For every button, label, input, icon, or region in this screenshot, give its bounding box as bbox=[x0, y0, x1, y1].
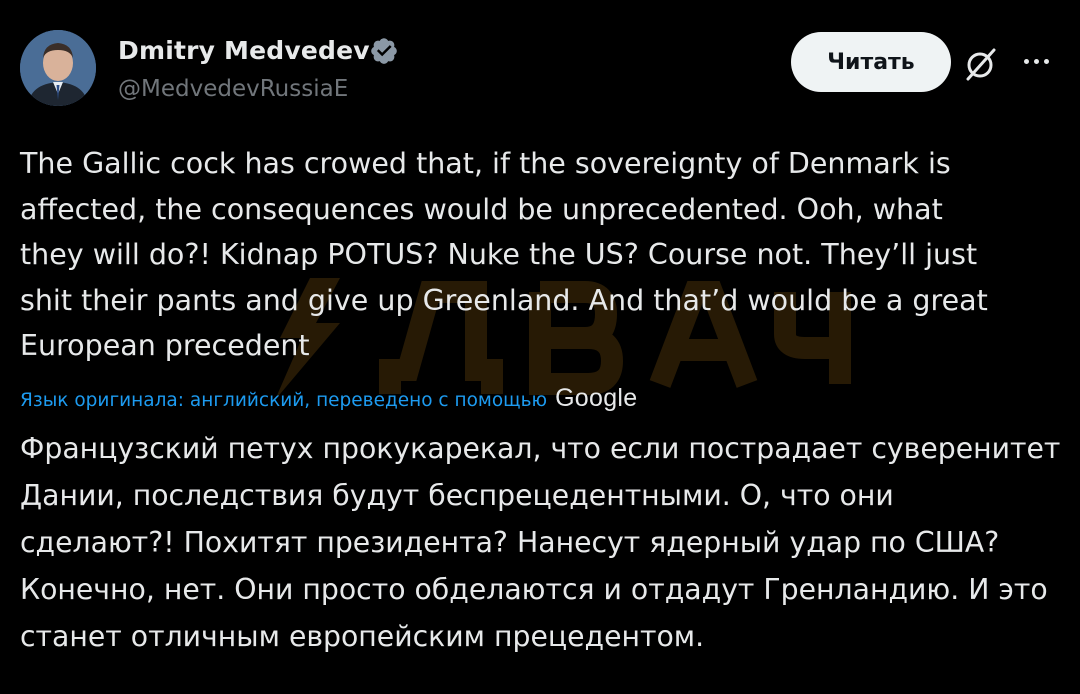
tweet-card: Dmitry Medvedev @MedvedevRussiaE Читать … bbox=[0, 0, 1080, 694]
translation-note-link[interactable]: Язык оригинала: английский, переведено с… bbox=[20, 390, 547, 411]
more-dot bbox=[1043, 58, 1049, 64]
avatar[interactable] bbox=[20, 30, 96, 106]
translated-text: Французский петух прокукарекал, что если… bbox=[20, 432, 1061, 653]
translation-attribution: Язык оригинала: английский, переведено с… bbox=[20, 384, 637, 414]
verified-badge-icon bbox=[371, 38, 397, 64]
grok-slash-icon[interactable] bbox=[960, 44, 1000, 84]
more-dot bbox=[1023, 58, 1029, 64]
avatar-image bbox=[20, 30, 96, 106]
read-button[interactable]: Читать bbox=[791, 32, 951, 92]
author-display-name[interactable]: Dmitry Medvedev bbox=[118, 36, 370, 65]
more-options-icon[interactable] bbox=[1012, 46, 1060, 76]
google-logo: Google bbox=[555, 384, 638, 412]
author-handle[interactable]: @MedvedevRussiaE bbox=[118, 76, 348, 102]
tweet-text: The Gallic cock has crowed that, if the … bbox=[20, 147, 988, 362]
more-dot bbox=[1033, 58, 1039, 64]
